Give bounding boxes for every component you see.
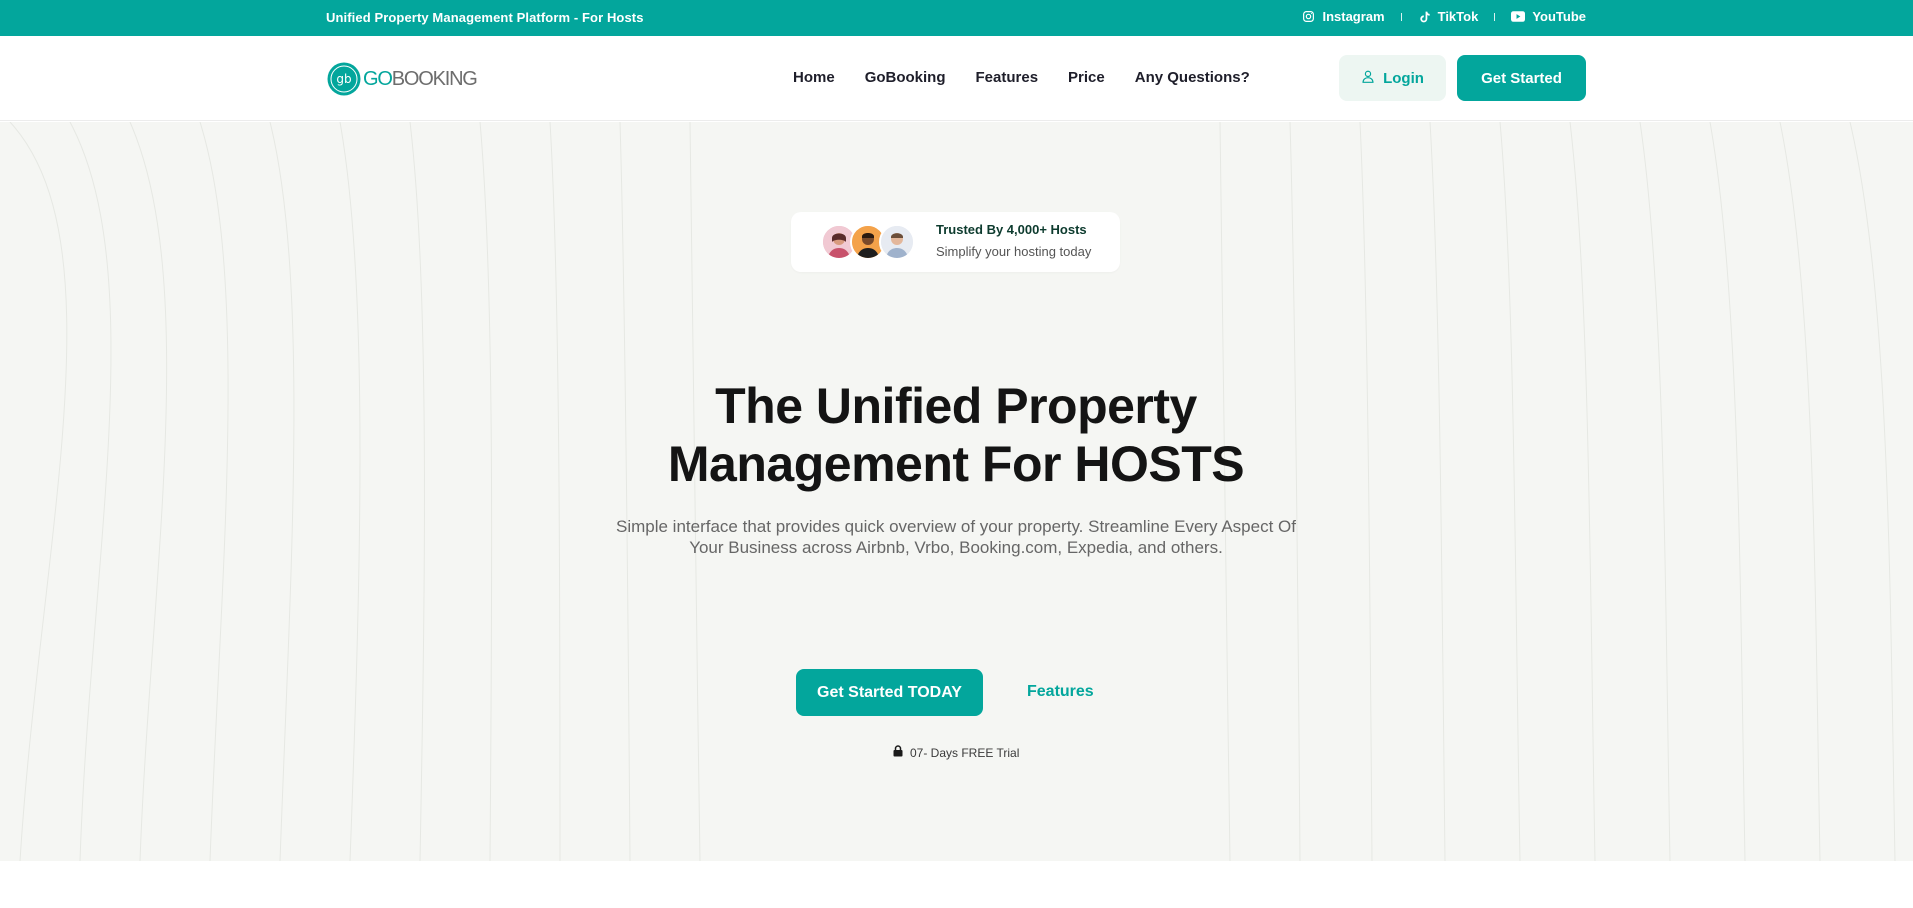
hero-subtitle-line-1: Simple interface that provides quick ove… <box>616 517 1296 536</box>
hero-title-line-1: The Unified Property <box>715 378 1197 434</box>
instagram-icon <box>1302 10 1315 23</box>
get-started-today-button[interactable]: Get Started TODAY <box>796 669 983 716</box>
tiktok-label: TikTok <box>1437 9 1479 24</box>
top-bar: Unified Property Management Platform - F… <box>0 0 1913 36</box>
tiktok-icon <box>1418 10 1431 24</box>
user-icon <box>1361 69 1375 88</box>
nav-item-gobooking[interactable]: GoBooking <box>865 69 946 86</box>
hero-subtitle: Simple interface that provides quick ove… <box>556 516 1356 558</box>
nav-item-features[interactable]: Features <box>976 69 1039 86</box>
hero-section: Trusted By 4,000+ Hosts Simplify your ho… <box>0 122 1913 861</box>
trusted-title: Trusted By 4,000+ Hosts <box>936 222 1087 237</box>
logo-text-booking: BOOKING <box>391 67 478 90</box>
avatar <box>879 224 915 260</box>
avatar-group <box>821 224 917 260</box>
logo-text-go: GO <box>363 67 393 90</box>
nav-item-price[interactable]: Price <box>1068 69 1105 86</box>
lock-icon <box>893 745 903 760</box>
logo-mark-icon: gb <box>327 62 361 96</box>
login-label: Login <box>1383 69 1424 87</box>
social-link-youtube[interactable]: YouTube <box>1511 9 1586 24</box>
nav-item-home[interactable]: Home <box>793 69 835 86</box>
logo-text: GOBOOKING <box>363 67 478 91</box>
top-bar-tagline: Unified Property Management Platform - F… <box>326 10 644 25</box>
youtube-label: YouTube <box>1532 9 1586 24</box>
hero-title: The Unified Property Management For HOST… <box>556 377 1356 493</box>
social-link-instagram[interactable]: Instagram <box>1302 9 1385 24</box>
social-separator <box>1494 12 1496 21</box>
social-links: Instagram TikTok YouTube <box>1302 9 1586 24</box>
features-link[interactable]: Features <box>1027 683 1094 701</box>
free-trial-note: 07- Days FREE Trial <box>893 745 1019 760</box>
hero-subtitle-line-2: Your Business across Airbnb, Vrbo, Booki… <box>689 538 1223 557</box>
trusted-badge: Trusted By 4,000+ Hosts Simplify your ho… <box>791 212 1120 272</box>
youtube-icon <box>1511 11 1526 22</box>
trusted-subtitle: Simplify your hosting today <box>936 244 1092 259</box>
nav-item-any-questions[interactable]: Any Questions? <box>1135 69 1250 86</box>
social-link-tiktok[interactable]: TikTok <box>1418 9 1479 24</box>
hero-title-line-2: Management For HOSTS <box>667 436 1245 492</box>
login-button[interactable]: Login <box>1339 55 1446 101</box>
site-header: gb GOBOOKING Home GoBooking Features Pri… <box>0 36 1913 121</box>
get-started-button[interactable]: Get Started <box>1457 55 1586 101</box>
main-nav: Home GoBooking Features Price Any Questi… <box>793 69 1250 86</box>
logo[interactable]: gb GOBOOKING <box>327 62 478 96</box>
logo-mark-text: gb <box>336 72 351 86</box>
instagram-label: Instagram <box>1322 9 1385 24</box>
social-separator <box>1400 12 1402 21</box>
free-trial-label: 07- Days FREE Trial <box>910 745 1020 760</box>
